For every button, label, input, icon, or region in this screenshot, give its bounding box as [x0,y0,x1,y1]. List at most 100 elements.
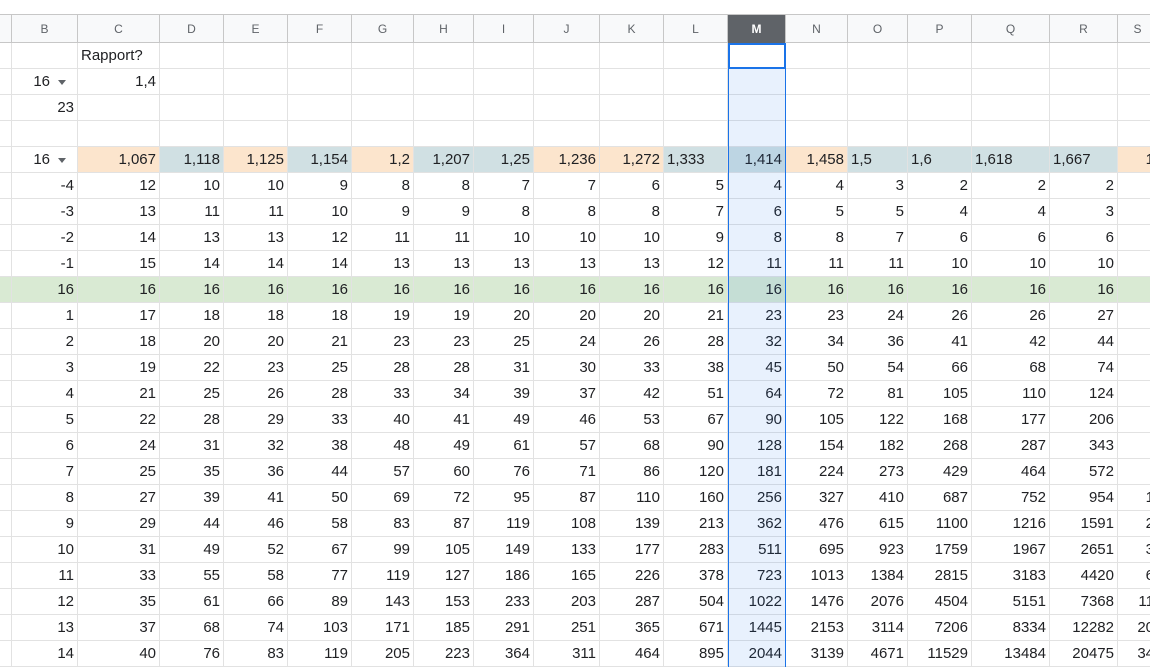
cell[interactable]: 11 [414,225,474,251]
cell[interactable] [1118,173,1150,199]
cell[interactable] [786,95,848,121]
cell[interactable]: 177 [600,537,664,563]
ratio-cell[interactable]: 1 [1118,147,1150,173]
cell[interactable]: 10 [1050,251,1118,277]
cell[interactable]: 105 [786,407,848,433]
cell[interactable]: 10 [972,251,1050,277]
cell[interactable]: 16 [414,277,474,303]
cell[interactable]: 4504 [908,589,972,615]
cell[interactable]: 16 [78,277,160,303]
cell[interactable]: 291 [474,615,534,641]
cell[interactable]: 26 [600,329,664,355]
cell[interactable]: 28 [414,355,474,381]
cell[interactable]: 20 [600,303,664,329]
cell[interactable]: 13 [600,251,664,277]
cell[interactable] [786,69,848,95]
ratio-cell[interactable]: 1,272 [600,147,664,173]
cell[interactable]: 33 [288,407,352,433]
cell[interactable] [908,43,972,69]
cell[interactable]: 10 [288,199,352,225]
column-header-j[interactable]: J [534,15,600,43]
cell-b[interactable]: 2 [12,329,78,355]
cell[interactable]: 42 [972,329,1050,355]
cell[interactable]: 64 [728,381,786,407]
cell[interactable]: 154 [786,433,848,459]
cell-b[interactable]: -2 [12,225,78,251]
cell[interactable] [786,121,848,147]
cell[interactable]: 68 [160,615,224,641]
cell[interactable]: 205 [352,641,414,667]
cell-b[interactable]: 1 [12,303,78,329]
cell[interactable] [224,69,288,95]
cell[interactable]: 1013 [786,563,848,589]
cell[interactable]: 504 [664,589,728,615]
cell[interactable]: 3 [1118,537,1150,563]
cell[interactable]: 160 [664,485,728,511]
cell[interactable]: 76 [474,459,534,485]
cell[interactable]: 14 [160,251,224,277]
cell[interactable]: 1 [1118,485,1150,511]
cell[interactable]: 4 [908,199,972,225]
cell-c[interactable] [78,121,160,147]
cell[interactable]: 122 [848,407,908,433]
cell[interactable]: 36 [848,329,908,355]
cell[interactable] [1118,95,1150,121]
cell[interactable]: 1591 [1050,511,1118,537]
cell[interactable]: 143 [352,589,414,615]
cell[interactable]: 3183 [972,563,1050,589]
cell[interactable] [1050,69,1118,95]
cell[interactable]: 2 [972,173,1050,199]
cell[interactable] [474,69,534,95]
cell[interactable]: 20 [224,329,288,355]
cell[interactable] [224,121,288,147]
cell[interactable]: 25 [288,355,352,381]
cell[interactable]: 16 [972,277,1050,303]
cell[interactable]: 68 [972,355,1050,381]
ratio-cell[interactable]: 1,118 [160,147,224,173]
cell[interactable]: 110 [600,485,664,511]
cell[interactable]: 3 [848,173,908,199]
cell[interactable]: 57 [352,459,414,485]
ratio-cell[interactable]: 1,207 [414,147,474,173]
cell[interactable]: 67 [664,407,728,433]
cell[interactable]: 13 [414,251,474,277]
cell[interactable]: 46 [224,511,288,537]
cell[interactable]: 26 [224,381,288,407]
column-header-n[interactable]: N [786,15,848,43]
cell[interactable]: 5 [786,199,848,225]
cell[interactable]: 28 [160,407,224,433]
cell[interactable] [1118,433,1150,459]
cell[interactable]: 233 [474,589,534,615]
cell[interactable]: 2 [1050,173,1118,199]
cell-b[interactable]: 13 [12,615,78,641]
cell[interactable]: 42 [600,381,664,407]
cell[interactable]: 31 [78,537,160,563]
cell[interactable]: 9 [664,225,728,251]
cell[interactable]: 13 [352,251,414,277]
cell[interactable]: 52 [224,537,288,563]
cell-c[interactable] [78,95,160,121]
cell[interactable]: 615 [848,511,908,537]
cell[interactable]: 12 [288,225,352,251]
cell[interactable]: 1759 [908,537,972,563]
cell-b[interactable]: -4 [12,173,78,199]
cell[interactable]: 24 [534,329,600,355]
cell[interactable] [1118,329,1150,355]
cell[interactable]: 16 [728,277,786,303]
cell[interactable]: 33 [600,355,664,381]
cell[interactable]: 33 [78,563,160,589]
cell[interactable]: 28 [664,329,728,355]
cell[interactable]: 49 [414,433,474,459]
cell-b[interactable]: 16 [12,277,78,303]
cell[interactable]: 8 [474,199,534,225]
cell[interactable]: 16 [160,277,224,303]
cell[interactable]: 3114 [848,615,908,641]
cell[interactable]: 27 [1050,303,1118,329]
cell[interactable]: 6 [908,225,972,251]
cell[interactable] [288,121,352,147]
cell[interactable]: 61 [474,433,534,459]
cell[interactable]: 21 [288,329,352,355]
cell[interactable]: 58 [224,563,288,589]
cell[interactable]: 14 [78,225,160,251]
cell[interactable]: 128 [728,433,786,459]
